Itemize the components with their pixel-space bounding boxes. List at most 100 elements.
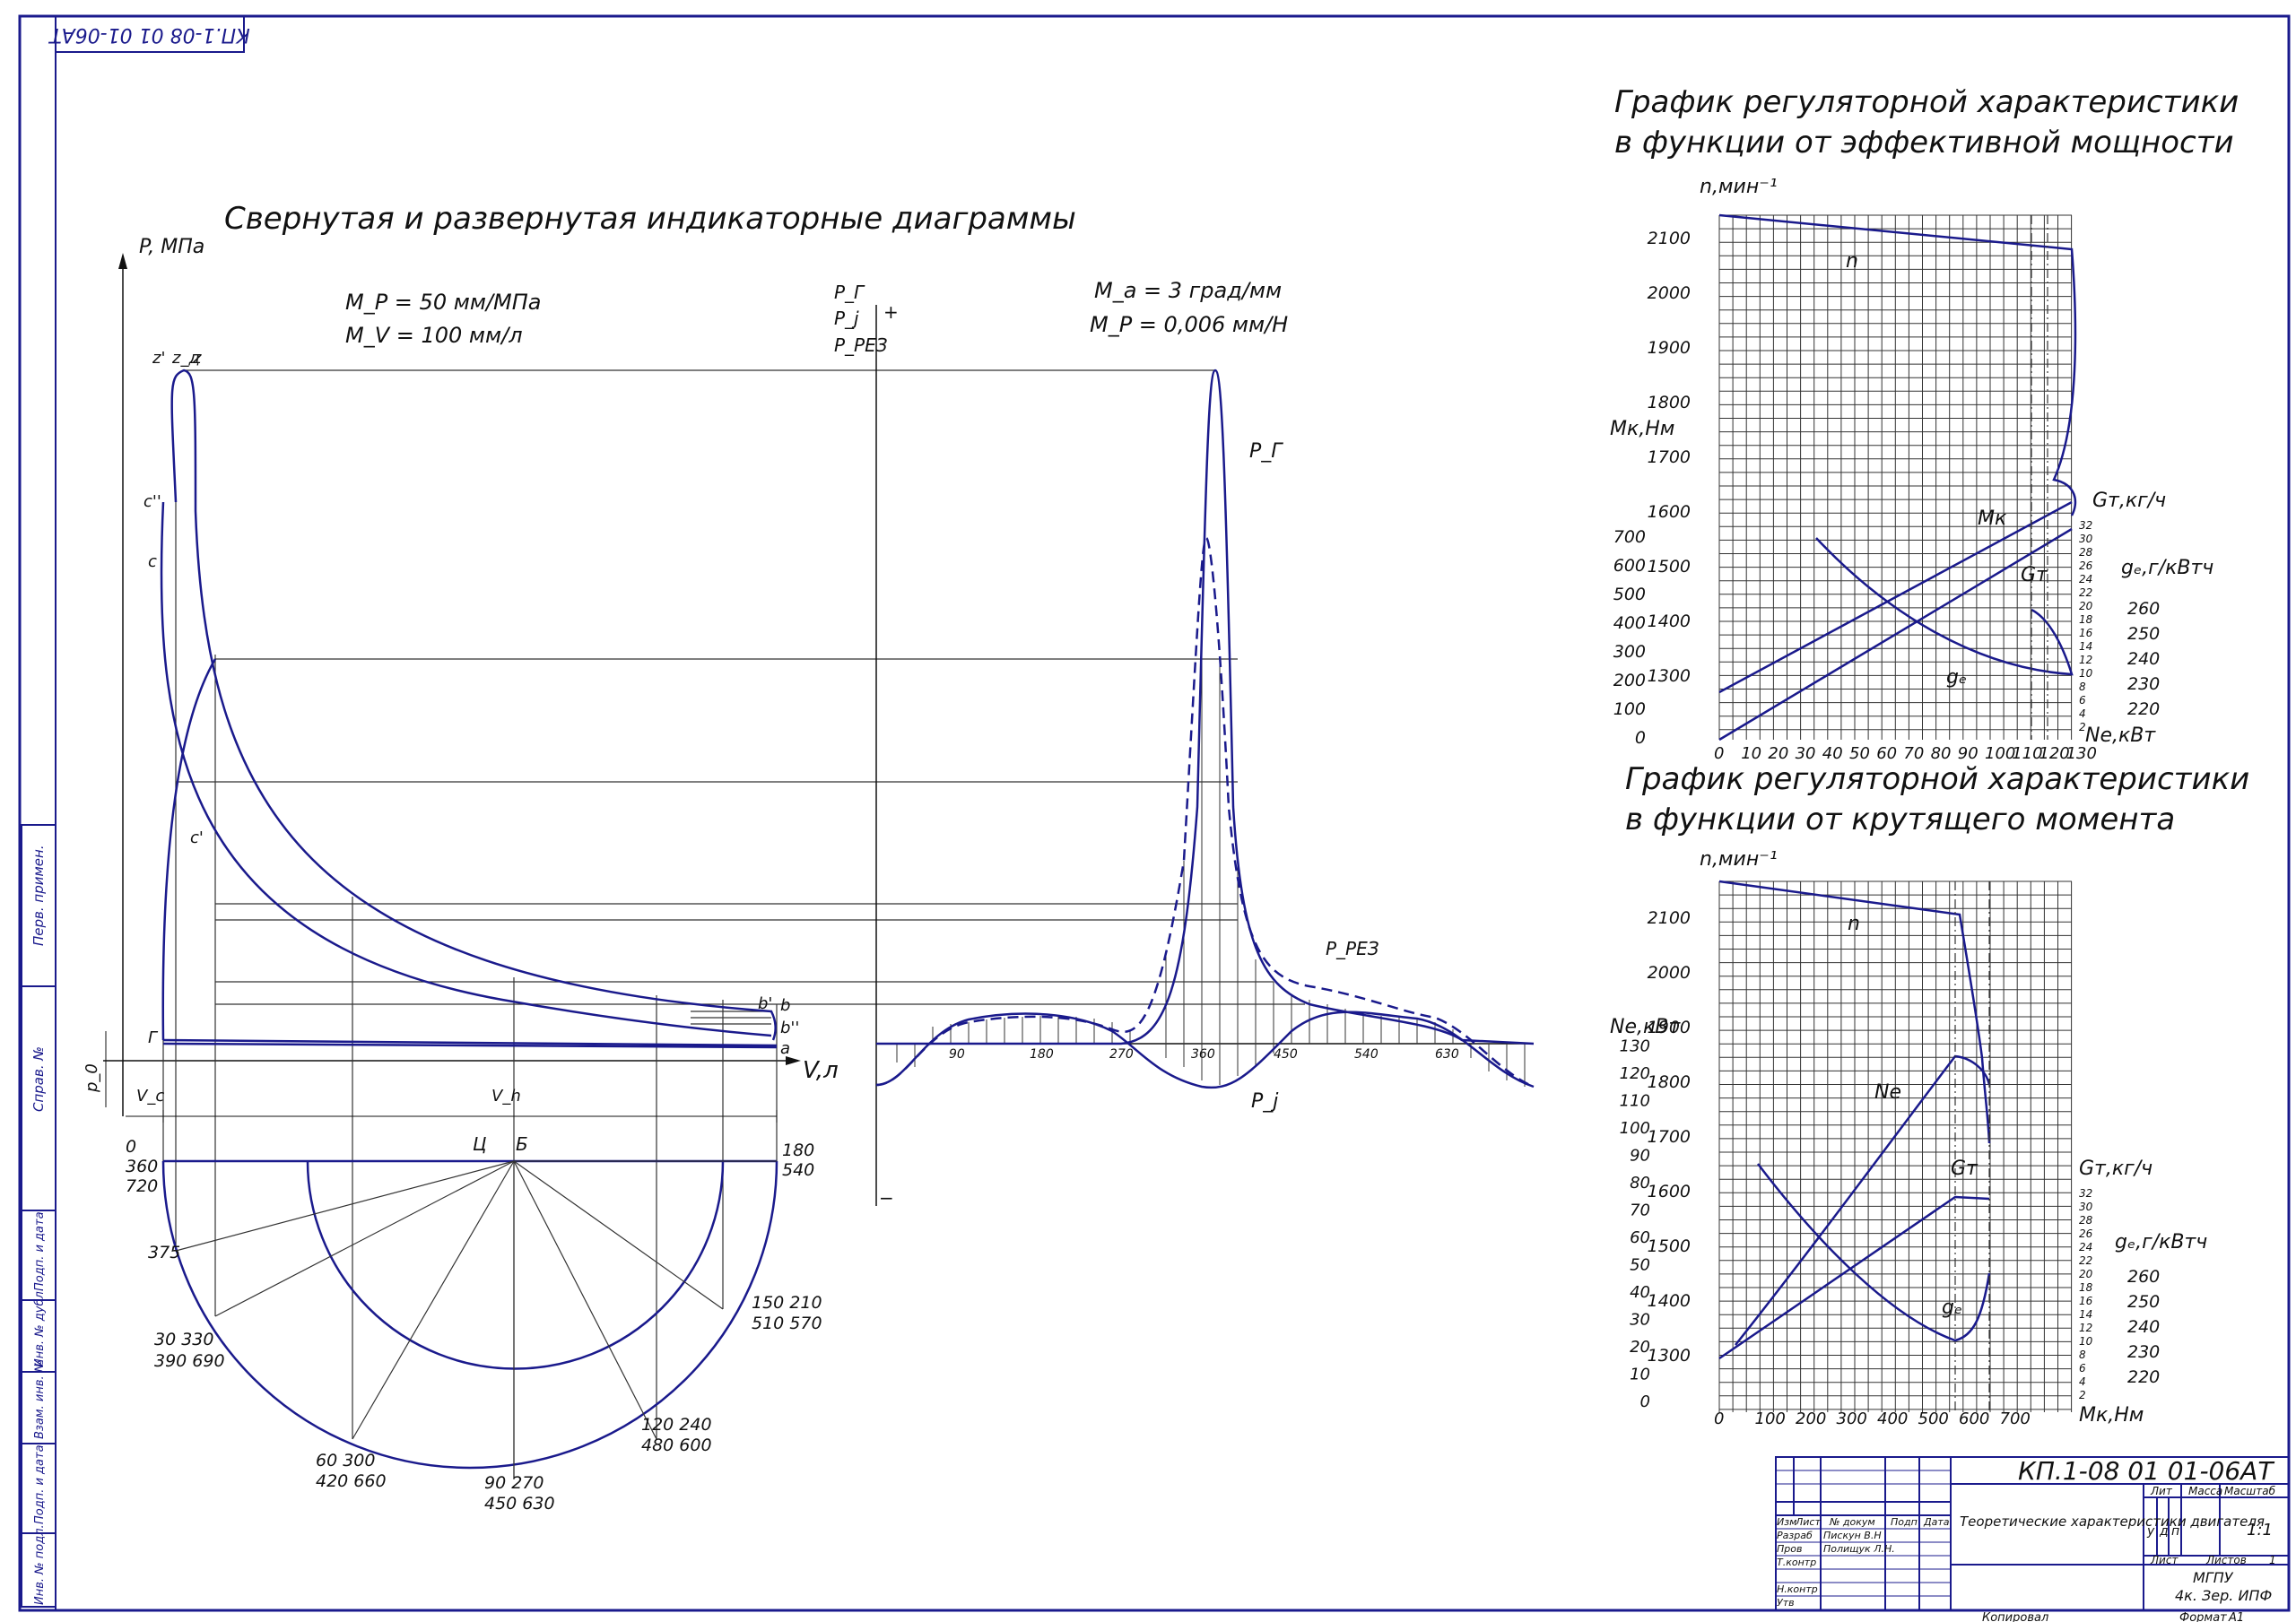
tick-label: 220 xyxy=(2127,1367,2160,1387)
tick-label: 1300 xyxy=(1648,666,1691,686)
compression-curve-2 xyxy=(160,501,772,1037)
tb-lit-p: п xyxy=(2171,1524,2179,1539)
angle-tick-labels: 90 180 270 360 450 540 630 xyxy=(949,1047,1459,1062)
tb-doc-title: Теоретические характеристики двигателя xyxy=(1960,1514,2265,1530)
crank-l360: 360 xyxy=(126,1157,158,1176)
developed-curves xyxy=(875,369,1535,1089)
tb-massa: Масса xyxy=(2188,1485,2222,1497)
v-axis-label: V,л xyxy=(803,1057,839,1084)
tick-label: 600 xyxy=(1959,1409,1989,1428)
angle-tick: 90 xyxy=(949,1047,965,1062)
tick-label: 2 xyxy=(2079,721,2086,733)
tb-lit-d: д xyxy=(2159,1524,2169,1539)
tick-label: 1600 xyxy=(1648,1182,1691,1201)
tb-scale-val: 1:1 xyxy=(2247,1521,2273,1540)
tick-label: 230 xyxy=(2127,674,2160,694)
tick-label: 300 xyxy=(1613,642,1646,662)
pt-b1: b' xyxy=(758,994,772,1013)
tick-label: 100 xyxy=(1620,1119,1650,1138)
tick-label: 90 xyxy=(1630,1147,1650,1166)
tb-utv: Утв xyxy=(1777,1597,1795,1609)
top-label-gm: Gт xyxy=(2021,564,2048,586)
tick-label: 80 xyxy=(1630,1174,1650,1193)
tick-label: 24 xyxy=(2079,573,2092,585)
tick-label: 100 xyxy=(1755,1409,1786,1428)
pt-c: c xyxy=(148,552,157,571)
pt-c2: c'' xyxy=(144,492,161,511)
bot-label-ge: gₑ xyxy=(1942,1297,1962,1319)
top-n-curve xyxy=(1718,213,2077,516)
pr-axis-3: P_РЕЗ xyxy=(834,334,888,356)
tick-label: 2 xyxy=(2079,1389,2086,1401)
tick-label: 500 xyxy=(1918,1409,1949,1428)
top-ge-axis: gₑ,г/кВтч xyxy=(2121,557,2213,579)
chart-top: График регуляторной характеристики в фун… xyxy=(1610,84,2239,763)
tick-label: 1500 xyxy=(1648,1236,1691,1256)
tick-label: 70 xyxy=(1630,1201,1650,1220)
tick-label: 700 xyxy=(2000,1409,2031,1428)
tick-label: 2000 xyxy=(1648,283,1691,303)
tick-label: 20 xyxy=(1630,1338,1650,1357)
bot-ge-axis: gₑ,г/кВтч xyxy=(2115,1231,2207,1253)
tick-label: 32 xyxy=(2079,519,2092,532)
tick-label: 60 xyxy=(1876,744,1897,763)
top-stamp-text: КП.1-08 01 01-06АТ xyxy=(48,23,250,46)
tick-label: 6 xyxy=(2079,1362,2086,1375)
tick-label: 110 xyxy=(1620,1092,1650,1111)
tick-label: 120 xyxy=(2039,744,2069,763)
chart-bottom-title-1: График регуляторной характеристики xyxy=(1625,761,2249,797)
pt-c1: c' xyxy=(190,828,204,847)
top-n-axis: n,мин⁻¹ xyxy=(1700,176,1778,198)
pt-z1: z' xyxy=(152,349,165,368)
tb-format: Формат xyxy=(2179,1611,2227,1622)
tick-label: 120 xyxy=(1620,1064,1650,1083)
p-axis-arrow xyxy=(118,253,127,269)
tick-label: 130 xyxy=(2066,744,2097,763)
crank-c: Ц xyxy=(473,1133,487,1155)
tick-label: 24 xyxy=(2079,1241,2092,1253)
tick-label: 30 xyxy=(1630,1311,1650,1330)
tick-label: 200 xyxy=(1796,1409,1826,1428)
pt-z3: z xyxy=(192,349,202,368)
tick-label: 20 xyxy=(2079,600,2093,612)
tick-label: 2000 xyxy=(1648,963,1691,983)
top-label-mk: Mк xyxy=(1978,507,2007,530)
tb-list-col: Лист xyxy=(1795,1516,1821,1528)
side-inv-dubl: Инв. № дубл. xyxy=(33,1288,47,1367)
pt-p0: p_0 xyxy=(83,1063,101,1093)
tick-label: 22 xyxy=(2079,586,2092,599)
tick-label: 22 xyxy=(2079,1254,2092,1267)
chart-top-grid xyxy=(1718,214,2073,740)
top-curves xyxy=(1718,213,2077,742)
tick-label: 12 xyxy=(2079,1322,2092,1334)
pt-b: b xyxy=(780,996,790,1015)
crank-l120: 120 240 xyxy=(641,1415,712,1435)
tick-label: 10 xyxy=(1741,744,1761,763)
compression-expansion-curve xyxy=(170,369,777,1041)
tb-lit: Лит xyxy=(2150,1485,2173,1497)
crank-l420: 420 660 xyxy=(316,1471,387,1491)
tick-label: 1300 xyxy=(1648,1346,1691,1366)
scale-p-label: M_P = 50 мм/МПа xyxy=(345,290,541,315)
scale-p2-label: M_P = 0,006 мм/Н xyxy=(1090,312,1288,337)
tick-label: 130 xyxy=(1620,1037,1650,1056)
crank-l540: 540 xyxy=(782,1160,814,1180)
side-podp-data-1: Подп. и дата xyxy=(33,1211,47,1291)
tick-label: 80 xyxy=(1931,744,1952,763)
chart-bottom-grid xyxy=(1718,880,2073,1412)
tb-org-2: 4к. Зер. ИПФ xyxy=(2175,1587,2272,1604)
tick-label: 250 xyxy=(2127,1292,2160,1312)
tb-nkontr: Н.контр xyxy=(1777,1583,1818,1595)
chart-bottom-title-2: в функции от крутящего момента xyxy=(1625,802,2175,837)
tick-label: 70 xyxy=(1903,744,1924,763)
tick-label: 20 xyxy=(1768,744,1788,763)
tick-label: 16 xyxy=(2079,1295,2093,1307)
tick-label: 26 xyxy=(2079,1227,2093,1240)
tick-label: 2100 xyxy=(1648,229,1691,248)
tick-label: 18 xyxy=(2079,613,2093,626)
tick-label: 50 xyxy=(1849,744,1870,763)
angle-tick: 630 xyxy=(1435,1047,1459,1062)
tick-label: 1600 xyxy=(1648,502,1691,522)
tick-label: 14 xyxy=(2079,1308,2092,1321)
tick-label: 1700 xyxy=(1648,447,1691,467)
